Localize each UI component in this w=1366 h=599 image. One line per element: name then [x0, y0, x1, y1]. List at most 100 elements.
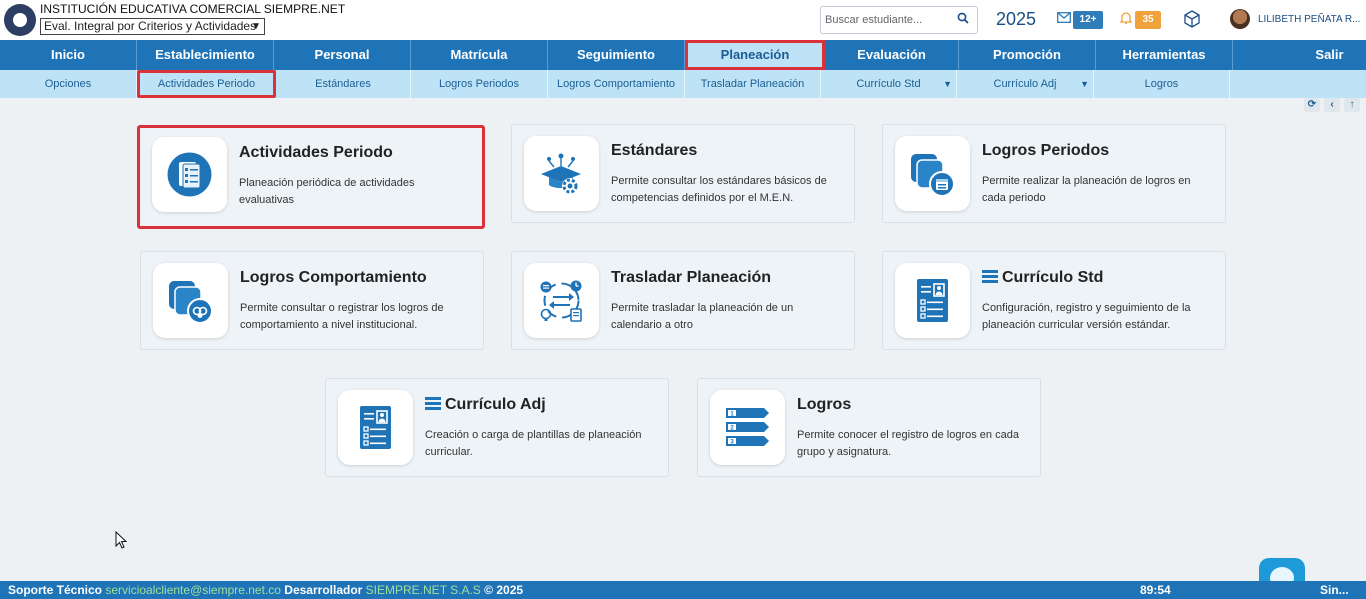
behavior-documents-icon — [169, 281, 213, 324]
bell-icon[interactable] — [1119, 11, 1133, 25]
subnav-curriculo-adj[interactable]: Currículo Adj ▼ — [957, 70, 1094, 98]
subnav-logros-periodos[interactable]: Logros Periodos — [411, 70, 548, 98]
subnav-trasladar-planeacion[interactable]: Trasladar Planeación — [685, 70, 821, 98]
subnav-curriculo-std[interactable]: Currículo Std ▼ — [821, 70, 957, 98]
card-description: Permite realizar la planeación de logros… — [982, 175, 1191, 204]
card-description: Permite consultar o registrar los logros… — [240, 302, 444, 331]
subnav-logros-comportamiento[interactable]: Logros Comportamiento — [548, 70, 685, 98]
card-icon-box — [895, 263, 970, 338]
card-title-text: Currículo Adj — [445, 396, 546, 413]
top-header: INSTITUCIÓN EDUCATIVA COMERCIAL SIEMPRE.… — [0, 0, 1366, 40]
mouse-cursor-icon — [115, 531, 127, 549]
evaluation-mode-value: Eval. Integral por Criterios y Actividad… — [44, 19, 257, 33]
user-name[interactable]: LILIBETH PEÑATA R... — [1258, 14, 1360, 25]
page-tools: ⟳ ‹ ↑ — [1304, 98, 1360, 112]
subnav-curriculo-std-label: Currículo Std — [856, 78, 921, 90]
nav-matricula[interactable]: Matrícula — [411, 40, 548, 70]
caret-down-icon: ▼ — [943, 79, 952, 89]
nav-herramientas[interactable]: Herramientas — [1096, 40, 1233, 70]
card-icon-box — [524, 263, 599, 338]
nav-personal[interactable]: Personal — [274, 40, 411, 70]
developer-label: Desarrollador — [284, 583, 363, 597]
subnav-logros[interactable]: Logros — [1094, 70, 1230, 98]
caret-down-icon: ▼ — [1080, 79, 1089, 89]
nav-seguimiento[interactable]: Seguimiento — [548, 40, 685, 70]
card-description: Permite trasladar la planeación de un ca… — [611, 302, 794, 331]
up-arrow-icon[interactable]: ↑ — [1344, 98, 1360, 112]
card-description: Planeación periódica de actividades eval… — [239, 177, 415, 206]
nav-establecimiento[interactable]: Establecimiento — [137, 40, 274, 70]
search-icon[interactable] — [957, 12, 969, 24]
developer-link[interactable]: SIEMPRE.NET S.A.S — [366, 583, 481, 597]
notifications-badge[interactable]: 35 — [1135, 11, 1161, 29]
card-title: Logros Periodos — [982, 142, 1110, 159]
activity-list-icon — [167, 152, 212, 197]
card-icon-box — [524, 136, 599, 211]
footer-brand: Sin... — [1320, 583, 1349, 597]
curriculum-document-icon — [360, 406, 391, 449]
card-logros-comportamiento[interactable]: Logros Comportamiento Permite consultar … — [140, 251, 484, 350]
card-description: Permite consultar los estándares básicos… — [611, 175, 827, 204]
card-description: Permite conocer el registro de logros en… — [797, 429, 1019, 458]
card-title: Actividades Periodo — [239, 144, 393, 161]
academic-year[interactable]: 2025 — [996, 9, 1036, 30]
subnav-curriculo-adj-label: Currículo Adj — [993, 78, 1057, 90]
card-description: Creación o carga de plantillas de planea… — [425, 429, 642, 458]
card-icon-box — [152, 137, 227, 212]
institution-name: INSTITUCIÓN EDUCATIVA COMERCIAL SIEMPRE.… — [40, 2, 346, 16]
mail-icon[interactable] — [1057, 12, 1071, 23]
card-title: Estándares — [611, 142, 698, 159]
session-timer: 89:54 — [1140, 583, 1171, 597]
card-logros-periodos[interactable]: Logros Periodos Permite realizar la plan… — [882, 124, 1226, 223]
card-description: Configuración, registro y seguimiento de… — [982, 302, 1191, 331]
graduation-cap-gear-icon — [541, 153, 581, 194]
transfer-planning-icon — [540, 280, 582, 322]
card-icon-box — [153, 263, 228, 338]
card-title: Logros — [797, 396, 852, 413]
card-estandares[interactable]: Estándares Permite consultar los estánda… — [511, 124, 855, 223]
evaluation-mode-select[interactable]: Eval. Integral por Criterios y Actividad… — [40, 18, 265, 35]
nav-inicio[interactable]: Inicio — [0, 40, 137, 70]
nav-promocion[interactable]: Promoción — [959, 40, 1096, 70]
main-nav: Inicio Establecimiento Personal Matrícul… — [0, 40, 1366, 70]
card-logros[interactable]: 123 Logros Permite conocer el registro d… — [697, 378, 1041, 477]
numbered-list-icon: 123 — [726, 408, 769, 446]
subnav-opciones[interactable]: Opciones — [0, 70, 137, 98]
user-avatar[interactable] — [1230, 9, 1250, 29]
card-curriculo-adj[interactable]: Currículo Adj Creación o carga de planti… — [325, 378, 669, 477]
footer-info: Soporte Técnico servicioalcliente@siempr… — [8, 581, 523, 599]
support-label: Soporte Técnico — [8, 583, 103, 597]
messages-badge[interactable]: 12+ — [1073, 11, 1103, 29]
back-icon[interactable]: ‹ — [1324, 98, 1340, 112]
subnav-estandares[interactable]: Estándares — [276, 70, 411, 98]
copyright: © 2025 — [484, 583, 524, 597]
calendar-documents-icon — [911, 154, 955, 197]
card-icon-box — [895, 136, 970, 211]
card-title: Logros Comportamiento — [240, 269, 427, 286]
nav-evaluacion[interactable]: Evaluación — [825, 40, 959, 70]
card-title-text: Currículo Std — [1002, 269, 1104, 286]
card-title: Currículo Adj — [425, 396, 546, 414]
card-curriculo-std[interactable]: Currículo Std Configuración, registro y … — [882, 251, 1226, 350]
subnav-actividades-periodo[interactable]: Actividades Periodo — [137, 70, 276, 98]
search-placeholder: Buscar estudiante... — [825, 14, 923, 26]
curriculum-document-icon — [917, 279, 948, 322]
card-actividades-periodo[interactable]: Actividades Periodo Planeación periódica… — [137, 125, 485, 229]
menu-icon — [425, 397, 441, 410]
card-title: Trasladar Planeación — [611, 269, 772, 286]
menu-icon — [982, 270, 998, 283]
refresh-icon[interactable]: ⟳ — [1304, 98, 1320, 112]
nav-planeacion[interactable]: Planeación — [685, 40, 825, 70]
card-icon-box: 123 — [710, 390, 785, 465]
card-title: Currículo Std — [982, 269, 1103, 287]
chevron-down-icon: ▼ — [251, 21, 261, 32]
footer: Soporte Técnico servicioalcliente@siempr… — [0, 581, 1366, 599]
card-icon-box — [338, 390, 413, 465]
cube-icon[interactable] — [1183, 10, 1201, 28]
support-email-link[interactable]: servicioalcliente@siempre.net.co — [105, 583, 281, 597]
sub-nav: Opciones Actividades Periodo Estándares … — [0, 70, 1366, 98]
institution-logo — [4, 4, 36, 36]
nav-salir[interactable]: Salir — [1233, 40, 1366, 70]
student-search-input[interactable]: Buscar estudiante... — [820, 6, 978, 34]
card-trasladar-planeacion[interactable]: Trasladar Planeación Permite trasladar l… — [511, 251, 855, 350]
